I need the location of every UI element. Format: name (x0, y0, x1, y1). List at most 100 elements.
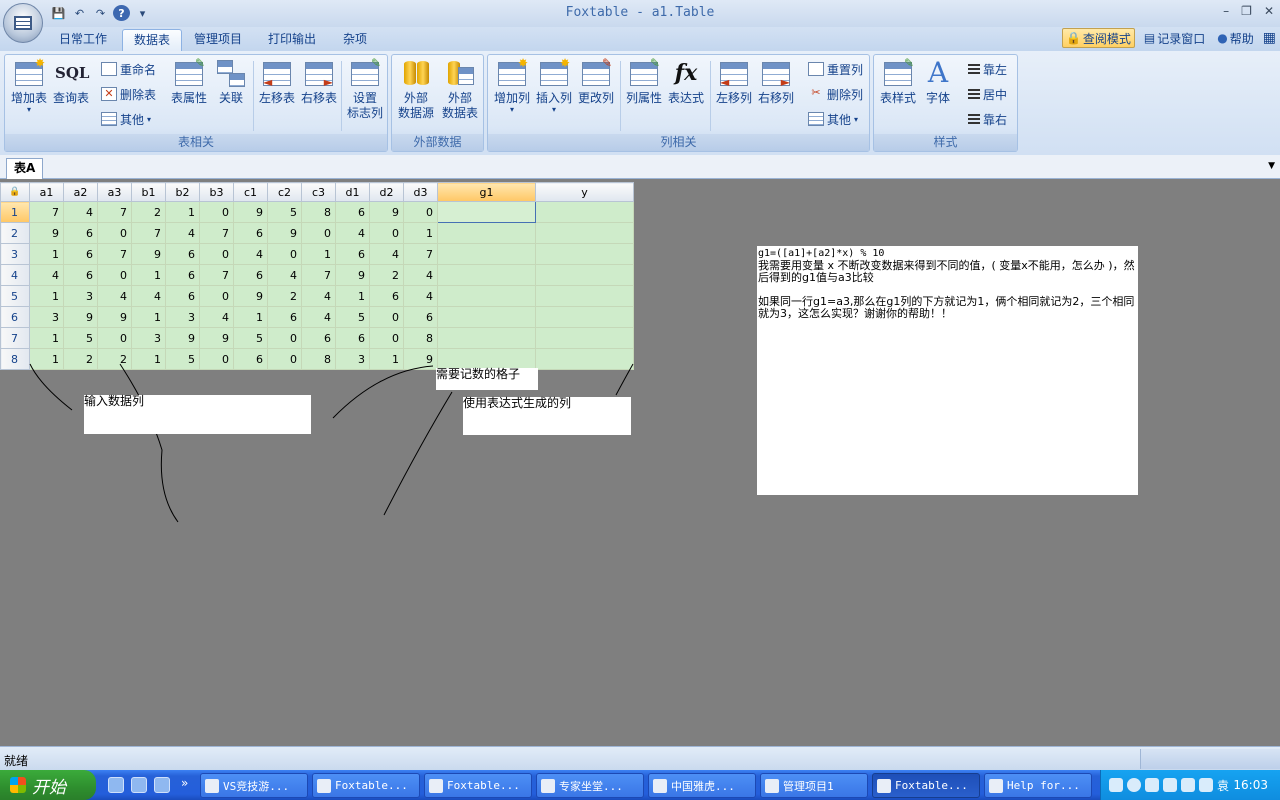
taskbar-button[interactable]: 专家坐堂... (536, 773, 644, 798)
grid-cell-a1[interactable]: 3 (29, 306, 64, 328)
grid-cell-b1[interactable]: 7 (131, 222, 166, 244)
align-center-button[interactable]: 居中 (968, 83, 1007, 105)
grid-cell-d2[interactable]: 0 (369, 327, 404, 349)
keyboard-icon[interactable] (1109, 778, 1123, 792)
grid-cell-y[interactable] (535, 348, 634, 370)
qq-icon[interactable] (1181, 778, 1195, 792)
grid-cell-d1[interactable]: 3 (335, 348, 370, 370)
grid-cell-a1[interactable]: 1 (29, 243, 64, 265)
grid-cell-y[interactable] (535, 201, 634, 223)
grid-cell-b1[interactable]: 3 (131, 327, 166, 349)
grid-cell-y[interactable] (535, 264, 634, 286)
table-properties-button[interactable]: ✎ 表属性 (167, 57, 211, 106)
move-table-left-button[interactable]: ◄ 左移表 (255, 57, 299, 106)
grid-cell-g1[interactable] (437, 222, 536, 244)
grid-cell-b3[interactable]: 7 (199, 222, 234, 244)
grid-cell-d3[interactable]: 0 (403, 201, 438, 223)
grid-cell-d1[interactable]: 9 (335, 264, 370, 286)
grid-cell-c3[interactable]: 7 (301, 264, 336, 286)
quicklaunch-more-icon[interactable]: » (181, 776, 188, 790)
grid-cell-a2[interactable]: 4 (63, 201, 98, 223)
grid-cell-d2[interactable]: 2 (369, 264, 404, 286)
grid-cell-c2[interactable]: 0 (267, 348, 302, 370)
grid-cell-c1[interactable]: 6 (233, 264, 268, 286)
column-header-d1[interactable]: d1 (335, 182, 370, 202)
grid-cell-a3[interactable]: 0 (97, 327, 132, 349)
grid-cell-a2[interactable]: 6 (63, 264, 98, 286)
table-style-button[interactable]: ✎ 表样式 (876, 57, 920, 106)
grid-cell-a1[interactable]: 1 (29, 327, 64, 349)
grid-cell-d3[interactable]: 6 (403, 306, 438, 328)
grid-cell-c2[interactable]: 2 (267, 285, 302, 307)
tab-daily-work[interactable]: 日常工作 (48, 29, 118, 51)
add-table-button[interactable]: ✸ 增加表 ▾ (7, 57, 51, 114)
tab-misc[interactable]: 杂项 (332, 29, 378, 51)
minimize-button[interactable]: – (1223, 4, 1229, 18)
column-header-d3[interactable]: d3 (403, 182, 438, 202)
media-icon[interactable] (154, 777, 170, 793)
external-table-button[interactable]: 外部 数据表 (438, 57, 482, 121)
grid-cell-c3[interactable]: 6 (301, 327, 336, 349)
row-header[interactable]: 1 (0, 201, 30, 223)
grid-cell-c3[interactable]: 4 (301, 306, 336, 328)
grid-cell-b3[interactable]: 0 (199, 348, 234, 370)
column-header-b2[interactable]: b2 (165, 182, 200, 202)
grid-cell-a2[interactable]: 6 (63, 222, 98, 244)
row-header[interactable]: 3 (0, 243, 30, 265)
readonly-mode-button[interactable]: 🔒 查阅模式 (1061, 28, 1135, 48)
external-source-button[interactable]: 外部 数据源 (394, 57, 438, 121)
query-table-button[interactable]: SQL 查询表 (49, 57, 93, 106)
column-header-c3[interactable]: c3 (301, 182, 336, 202)
trash-icon[interactable] (131, 777, 147, 793)
grid-cell-c3[interactable]: 4 (301, 285, 336, 307)
grid-cell-d1[interactable]: 6 (335, 243, 370, 265)
row-header[interactable]: 8 (0, 348, 30, 370)
grid-cell-a3[interactable]: 0 (97, 264, 132, 286)
grid-cell-a2[interactable]: 5 (63, 327, 98, 349)
grid-cell-d1[interactable]: 5 (335, 306, 370, 328)
grid-cell-a3[interactable]: 2 (97, 348, 132, 370)
column-header-y[interactable]: y (535, 182, 634, 202)
taskbar-button[interactable]: 管理项目1 (760, 773, 868, 798)
grid-cell-g1[interactable] (437, 243, 536, 265)
grid-icon[interactable]: ▦ (1263, 30, 1276, 46)
sheet-tab-a[interactable]: 表A (6, 158, 44, 179)
grid-cell-b2[interactable]: 4 (165, 222, 200, 244)
close-button[interactable]: ✕ (1264, 4, 1274, 18)
grid-cell-a3[interactable]: 9 (97, 306, 132, 328)
grid-cell-a1[interactable]: 9 (29, 222, 64, 244)
monitor-icon[interactable] (1199, 778, 1213, 792)
column-other-button[interactable]: 其他 ▾ (808, 108, 858, 130)
grid-cell-d2[interactable]: 1 (369, 348, 404, 370)
grid-cell-a1[interactable]: 7 (29, 201, 64, 223)
taskbar-button[interactable]: VS竞技游... (200, 773, 308, 798)
help-button[interactable]: ● 帮助 (1214, 28, 1257, 48)
start-button[interactable]: 开始 (0, 770, 96, 800)
column-header-b3[interactable]: b3 (199, 182, 234, 202)
grid-cell-a3[interactable]: 7 (97, 201, 132, 223)
grid-cell-c2[interactable]: 9 (267, 222, 302, 244)
grid-cell-c1[interactable]: 4 (233, 243, 268, 265)
taskbar-button[interactable]: Foxtable... (424, 773, 532, 798)
column-header-c1[interactable]: c1 (233, 182, 268, 202)
grid-cell-b1[interactable]: 1 (131, 306, 166, 328)
align-left-button[interactable]: 靠左 (968, 58, 1007, 80)
grid-cell-y[interactable] (535, 243, 634, 265)
delete-table-button[interactable]: ✕ 删除表 (101, 83, 156, 105)
grid-cell-c1[interactable]: 9 (233, 285, 268, 307)
grid-cell-c2[interactable]: 0 (267, 243, 302, 265)
grid-cell-y[interactable] (535, 306, 634, 328)
column-header-c2[interactable]: c2 (267, 182, 302, 202)
grid-cell-b1[interactable]: 2 (131, 201, 166, 223)
grid-cell-c2[interactable]: 0 (267, 327, 302, 349)
grid-cell-a1[interactable]: 4 (29, 264, 64, 286)
set-flag-column-button[interactable]: ✎ 设置 标志列 (343, 57, 387, 121)
grid-cell-b2[interactable]: 1 (165, 201, 200, 223)
grid-cell-a2[interactable]: 6 (63, 243, 98, 265)
column-header-a2[interactable]: a2 (63, 182, 98, 202)
grid-cell-c3[interactable]: 0 (301, 222, 336, 244)
grid-cell-d2[interactable]: 0 (369, 222, 404, 244)
column-header-d2[interactable]: d2 (369, 182, 404, 202)
move-column-left-button[interactable]: ◄ 左移列 (712, 57, 756, 106)
grid-cell-c1[interactable]: 9 (233, 201, 268, 223)
